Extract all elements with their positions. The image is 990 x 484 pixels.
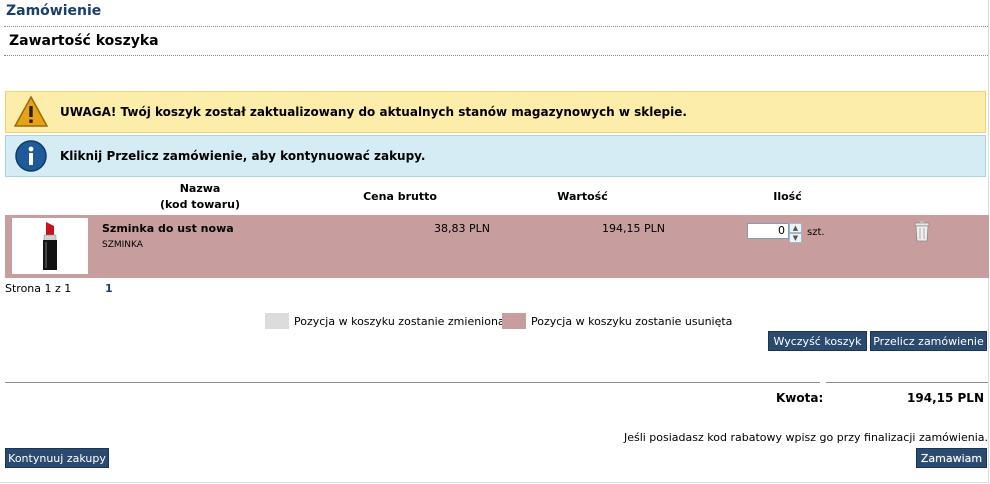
info-message: Kliknij Przelicz zamówienie, aby kontynu… xyxy=(60,149,426,163)
title-divider xyxy=(4,26,988,27)
recalculate-order-button[interactable]: Przelicz zamówienie xyxy=(870,331,987,351)
column-header-value: Wartość xyxy=(557,190,608,203)
summary-divider-left xyxy=(5,382,820,383)
legend-removed-swatch xyxy=(502,313,526,329)
warning-icon xyxy=(14,95,48,127)
trash-icon[interactable] xyxy=(913,220,931,242)
place-order-button[interactable]: Zamawiam xyxy=(916,448,987,468)
warning-alert: UWAGA! Twój koszyk został zaktualizowany… xyxy=(5,91,986,133)
column-header-price: Cena brutto xyxy=(363,190,437,203)
product-thumbnail[interactable] xyxy=(12,218,88,274)
quantity-input[interactable]: 0 xyxy=(747,223,789,239)
info-icon xyxy=(15,140,47,172)
discount-note: Jeśli posiadasz kod rabatowy wpisz go pr… xyxy=(623,431,988,444)
column-header-name-line2: (kod towaru) xyxy=(160,198,240,211)
clear-cart-button[interactable]: Wyczyść koszyk xyxy=(768,331,867,351)
pager-page-link[interactable]: 1 xyxy=(105,282,113,295)
legend-changed: Pozycja w koszyku zostanie zmieniona xyxy=(265,313,505,329)
section-divider xyxy=(4,55,988,56)
section-title: Zawartość koszyka xyxy=(9,33,159,49)
total-value: 194,15 PLN xyxy=(907,391,984,405)
table-row: Szminka do ust nowa SZMINKA 38,83 PLN 19… xyxy=(5,215,989,278)
info-alert: Kliknij Przelicz zamówienie, aby kontynu… xyxy=(5,135,986,177)
legend-removed-label: Pozycja w koszyku zostanie usunięta xyxy=(531,314,733,328)
warning-message: UWAGA! Twój koszyk został zaktualizowany… xyxy=(60,105,687,119)
product-code: SZMINKA xyxy=(102,240,143,250)
legend-changed-swatch xyxy=(265,313,289,329)
total-label: Kwota: xyxy=(776,391,824,405)
continue-shopping-button[interactable]: Kontynuuj zakupy xyxy=(5,448,109,468)
quantity-stepper[interactable]: ▲ ▼ xyxy=(789,223,802,243)
summary-divider-right xyxy=(826,382,988,383)
pager-label: Strona 1 z 1 xyxy=(5,282,72,295)
legend-removed: Pozycja w koszyku zostanie usunięta xyxy=(502,313,732,329)
quantity-unit: szt. xyxy=(807,227,825,238)
product-name[interactable]: Szminka do ust nowa xyxy=(102,222,234,235)
column-header-name: Nazwa (kod towaru) xyxy=(140,181,260,213)
product-price: 38,83 PLN xyxy=(434,222,490,235)
column-header-name-line1: Nazwa xyxy=(179,182,221,195)
lipstick-image xyxy=(43,222,57,270)
column-header-qty: Ilość xyxy=(773,190,802,203)
stepper-down-icon[interactable]: ▼ xyxy=(789,233,802,243)
stepper-up-icon[interactable]: ▲ xyxy=(789,223,802,233)
page-title: Zamówienie xyxy=(6,3,102,19)
product-value: 194,15 PLN xyxy=(602,222,665,235)
legend-changed-label: Pozycja w koszyku zostanie zmieniona xyxy=(294,314,505,328)
